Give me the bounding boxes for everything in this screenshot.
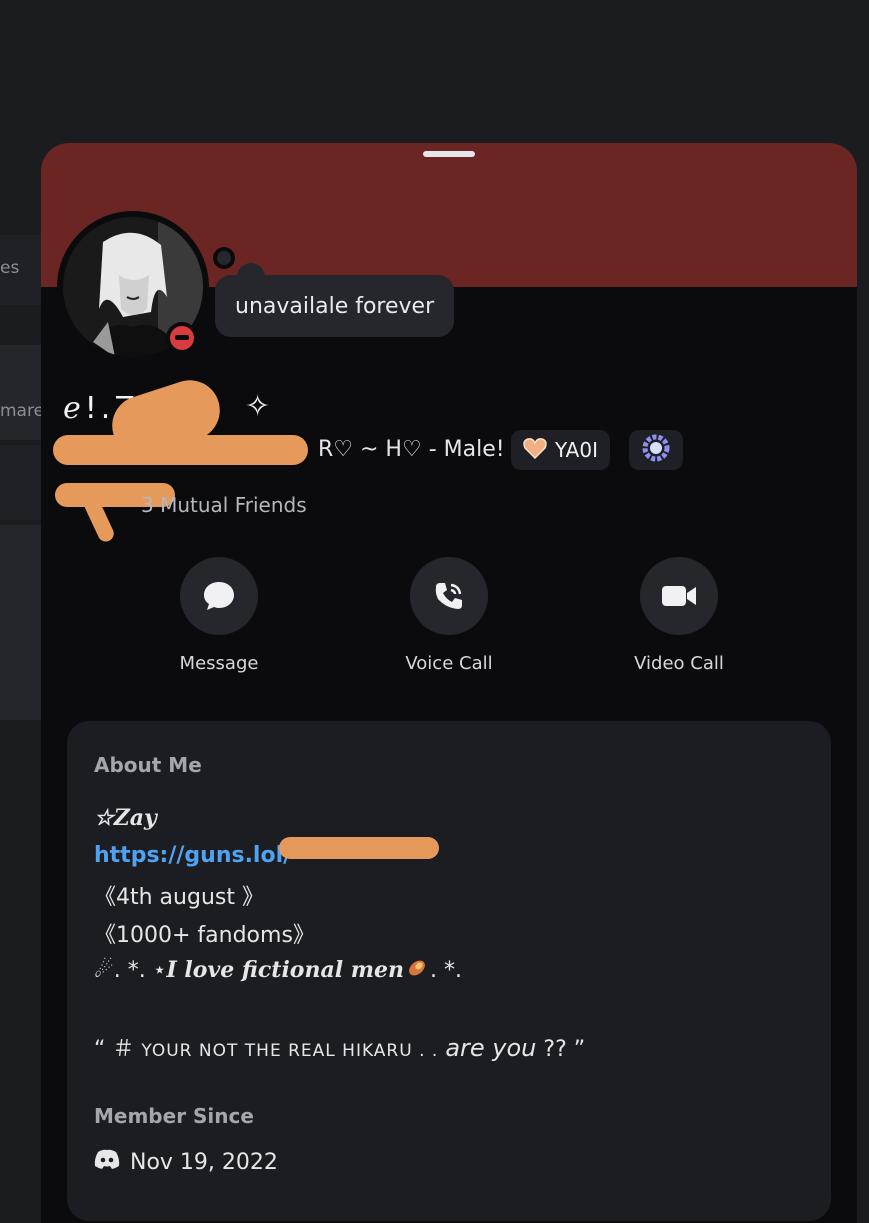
bio-line: 《1000+ fandoms》: [94, 923, 315, 948]
pronouns: R♡ ~ H♡ - Male!: [318, 437, 505, 462]
bio-emphasis: I love fictional men: [166, 957, 405, 983]
heart-badge-icon: [523, 437, 547, 464]
discord-logo-icon: [94, 1149, 120, 1175]
redaction-mark: [279, 837, 439, 859]
phone-icon[interactable]: [410, 557, 488, 635]
quote-open: “ ＃: [94, 1037, 135, 1062]
video-camera-icon[interactable]: [640, 557, 718, 635]
dnd-status-icon: [166, 322, 198, 354]
quote-italic: are you: [445, 1034, 537, 1062]
profile-tag-yaoi[interactable]: YA0I: [511, 430, 610, 470]
message-button[interactable]: Message: [139, 557, 299, 674]
laurel-badge-icon: [641, 433, 671, 468]
background-text-1: es: [0, 258, 20, 278]
message-label: Message: [179, 653, 259, 674]
comet-icon: [406, 957, 428, 985]
about-me-title: About Me: [94, 753, 202, 777]
video-call-button[interactable]: Video Call: [599, 557, 759, 674]
mutual-friends[interactable]: 3 Mutual Friends: [141, 493, 307, 517]
voice-call-button[interactable]: Voice Call: [369, 557, 529, 674]
background-panel-3: [0, 445, 41, 520]
tag-label: YA0I: [555, 438, 598, 462]
background-panel-4: [0, 525, 41, 720]
about-me-card: About Me ☆Zay https://guns.lol/ 《4th aug…: [67, 721, 831, 1221]
bio-quote: “ ＃ YOUR NOT THE REAL HIKARU . . are you…: [94, 1031, 585, 1063]
background-text-2: mare: [0, 401, 45, 421]
bio-link-line: https://guns.lol/: [94, 843, 291, 868]
bio-line: ☆Zay: [94, 805, 157, 831]
profile-sheet: unavailale forever ℯ!.Z ✧ R♡ ~ H♡ - Male…: [41, 143, 857, 1223]
profile-badge[interactable]: [629, 430, 683, 470]
comet-symbol: ☄. *. ⋆: [94, 958, 167, 983]
quote-close: ?? ”: [543, 1037, 586, 1062]
sparkle-icon: ✧: [245, 389, 271, 424]
member-since-date: Nov 19, 2022: [130, 1149, 278, 1175]
voice-call-label: Voice Call: [405, 653, 493, 674]
background-panel-2: [0, 345, 41, 440]
custom-status[interactable]: unavailale forever: [215, 275, 455, 337]
chat-bubble-icon[interactable]: [180, 557, 258, 635]
bio-line: 《4th august 》: [94, 885, 264, 910]
redaction-mark: [53, 435, 308, 465]
bio-line: ☄. *. ⋆I love fictional men . *.: [94, 957, 462, 985]
status-bubble-dot: [213, 247, 235, 269]
profile-link[interactable]: https://guns.lol/: [94, 843, 291, 868]
member-since-row: Nov 19, 2022: [94, 1149, 278, 1175]
quote-caps: YOUR NOT THE REAL HIKARU . .: [141, 1041, 439, 1061]
member-since-title: Member Since: [94, 1104, 254, 1128]
drag-handle[interactable]: [423, 151, 475, 157]
bio-suffix: . *.: [430, 958, 462, 983]
video-call-label: Video Call: [634, 653, 724, 674]
